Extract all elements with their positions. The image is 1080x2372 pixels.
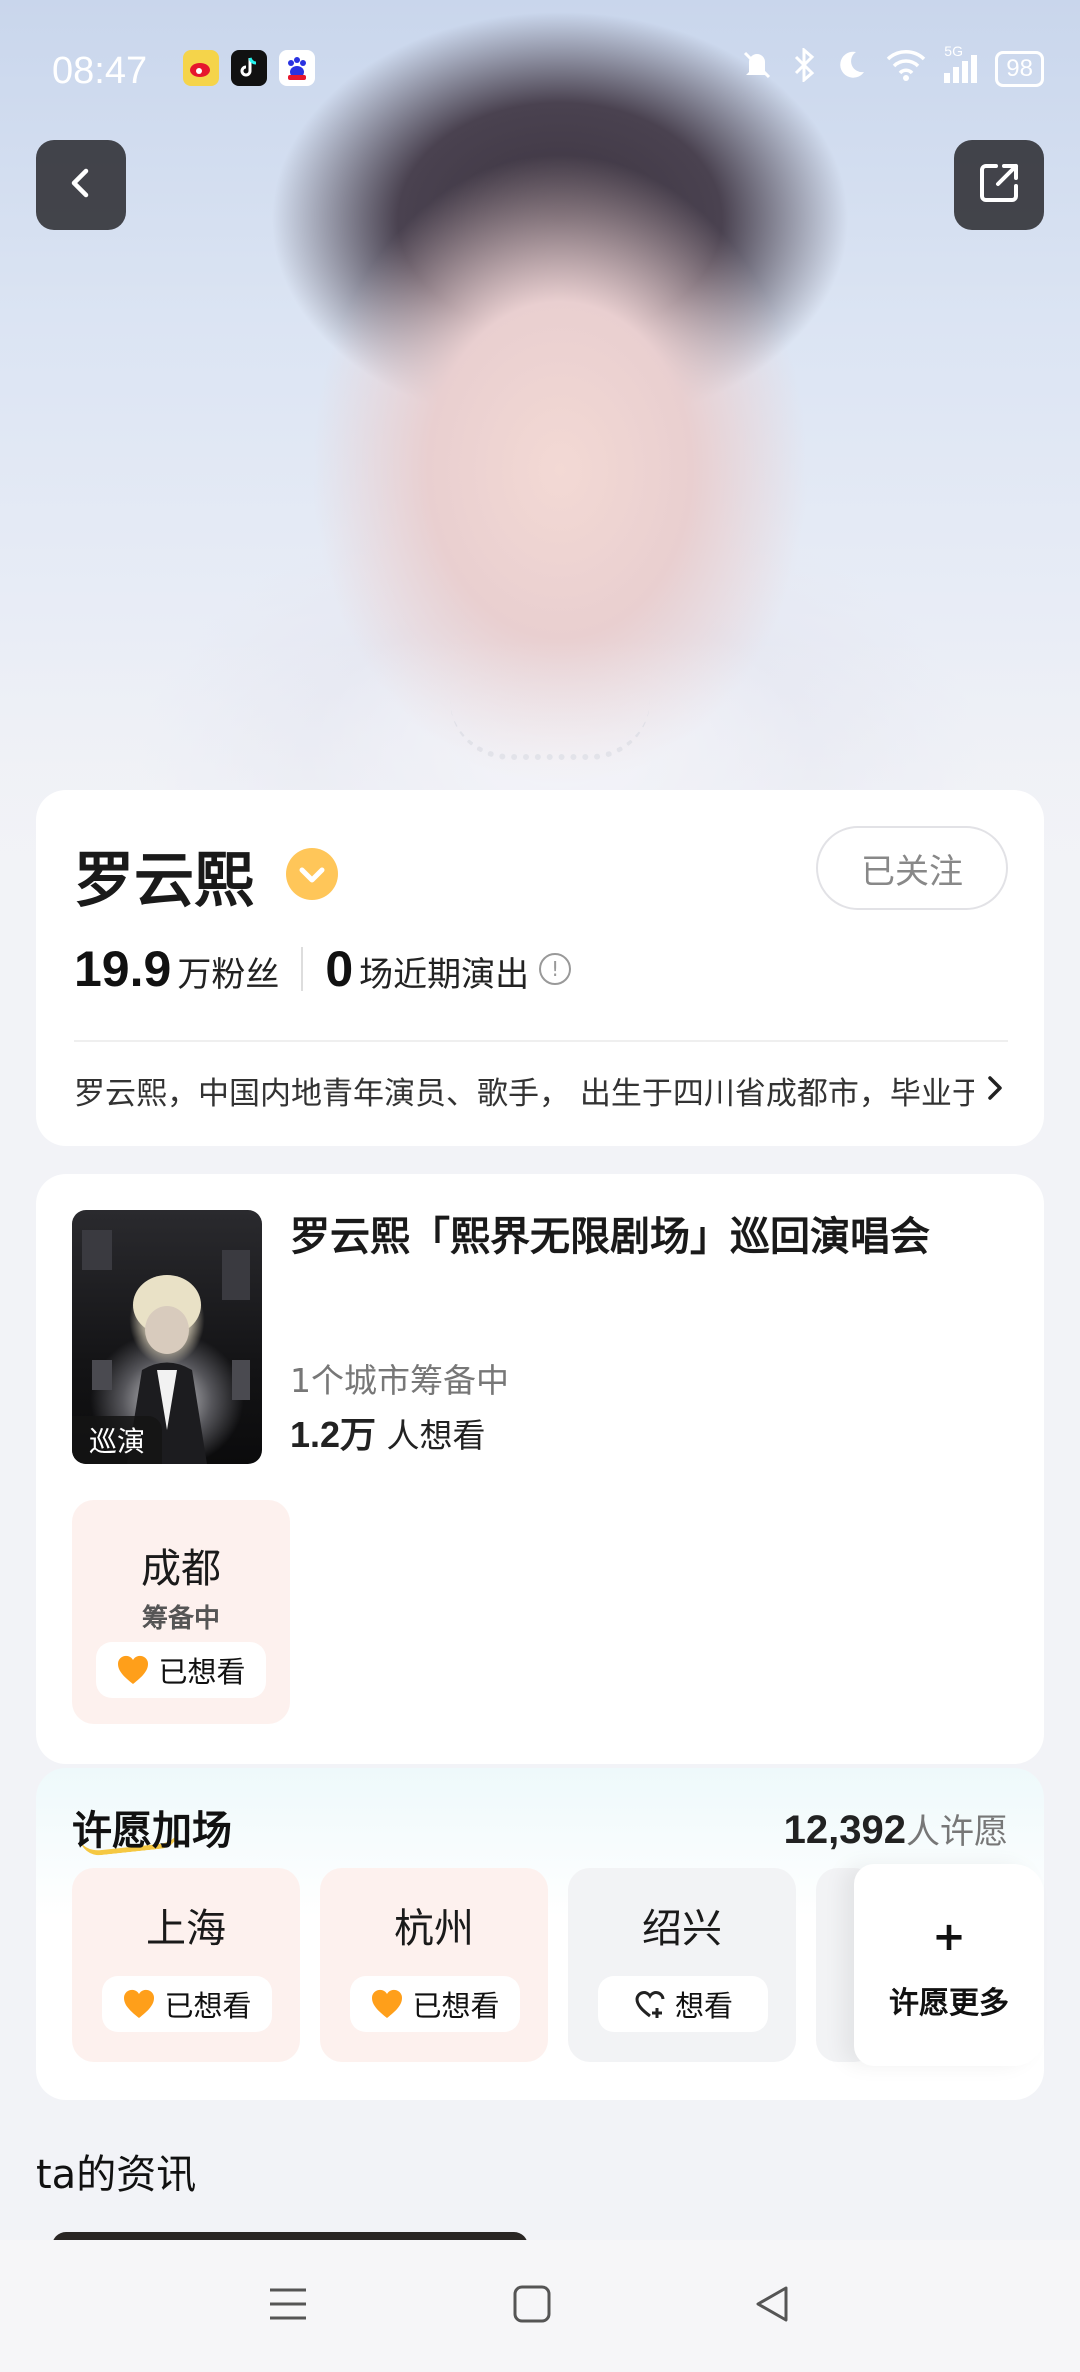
- city-name: 上海: [146, 1906, 226, 1952]
- tour-tag: 巡演: [72, 1416, 162, 1464]
- tour-cities-status: 1个城市筹备中: [290, 1361, 509, 1400]
- info-icon[interactable]: !: [539, 953, 572, 985]
- wish-count: 12,392人许愿: [784, 1804, 1008, 1853]
- city-status: 筹备中: [141, 1604, 220, 1634]
- want-label: 已想看: [158, 1655, 246, 1689]
- want-button[interactable]: 已想看: [96, 1642, 266, 1698]
- profile-divider: [74, 1040, 1008, 1042]
- wish-title: 许愿加场: [72, 1808, 232, 1854]
- chevron-right-icon[interactable]: [984, 1070, 1008, 1115]
- city-name: 绍兴: [642, 1906, 722, 1952]
- mute-icon: [740, 48, 774, 90]
- signal-icon: 5G: [944, 43, 978, 83]
- back-button[interactable]: [36, 140, 126, 230]
- plus-icon: +: [932, 1914, 966, 1960]
- heart-icon: [118, 1655, 149, 1684]
- wish-count-number: 12,392: [783, 1808, 906, 1852]
- notification-icons: [183, 50, 315, 86]
- city-name: 杭州: [394, 1906, 474, 1952]
- tour-card[interactable]: 巡演 罗云熙「熙界无限剧场」巡回演唱会 1个城市筹备中 1.2万 人想看 成都 …: [36, 1174, 1044, 1764]
- heart-plus-icon: [635, 1991, 665, 2018]
- share-button[interactable]: [954, 140, 1044, 230]
- wish-extra-show-card: 许愿加场 12,392人许愿 上海 已想看 杭州 已想看 绍兴 想看 + 许愿更…: [36, 1768, 1044, 2100]
- dnd-moon-icon: [834, 48, 868, 90]
- wish-more-button[interactable]: + 许愿更多: [854, 1864, 1044, 2066]
- news-section-title: ta的资讯: [36, 2152, 197, 2198]
- wish-more-label: 许愿更多: [889, 1986, 1009, 2021]
- tour-title[interactable]: 罗云熙「熙界无限剧场」巡回演唱会: [290, 1210, 1010, 1264]
- wish-city-tile[interactable]: 杭州 已想看: [320, 1868, 548, 2062]
- wish-city-tile[interactable]: 上海 已想看: [72, 1868, 300, 2062]
- want-label: 已想看: [412, 1989, 500, 2023]
- heart-icon: [124, 1989, 155, 2018]
- artist-name: 罗云熙: [74, 846, 254, 916]
- status-bar: 08:47 5G 98: [0, 0, 1080, 140]
- status-time: 08:47: [52, 50, 148, 92]
- want-button[interactable]: 已想看: [350, 1976, 520, 2032]
- verified-icon: [286, 848, 338, 900]
- want-label: 已想看: [164, 1989, 252, 2023]
- want-button[interactable]: 已想看: [102, 1976, 272, 2032]
- artist-stats: 19.9 万粉丝 0 场近期演出 !: [74, 940, 572, 998]
- tiktok-icon: [231, 50, 267, 86]
- stats-divider: [301, 947, 304, 991]
- shows-label: 场近期演出: [359, 955, 530, 995]
- menu-icon[interactable]: [268, 2284, 308, 2328]
- battery-indicator: 98: [995, 51, 1044, 87]
- fans-count: 19.9: [74, 941, 172, 997]
- want-button[interactable]: 想看: [598, 1976, 768, 2032]
- back-icon: [61, 163, 101, 207]
- tour-want-count: 1.2万 人想看: [290, 1406, 486, 1458]
- back-triangle-icon[interactable]: [752, 2284, 792, 2328]
- network-type: 5G: [944, 43, 963, 59]
- tour-poster[interactable]: 巡演: [72, 1210, 262, 1464]
- bluetooth-icon: [792, 46, 816, 90]
- tour-city-tile[interactable]: 成都 筹备中 已想看: [72, 1500, 290, 1724]
- wifi-icon: [886, 49, 926, 89]
- status-right-group: 5G 98: [740, 43, 1044, 90]
- want-label: 想看: [674, 1989, 733, 2023]
- follow-button[interactable]: 已关注: [816, 826, 1008, 910]
- home-icon[interactable]: [512, 2284, 552, 2328]
- wish-city-tile[interactable]: 绍兴 想看: [568, 1868, 796, 2062]
- shows-count: 0: [325, 941, 354, 997]
- artist-profile-card: 罗云熙 已关注 19.9 万粉丝 0 场近期演出 ! 罗云熙，中国内地青年演员、…: [36, 790, 1044, 1146]
- tour-want-label: 人想看: [376, 1416, 486, 1455]
- baidu-icon: [279, 50, 315, 86]
- city-name: 成都: [141, 1546, 221, 1592]
- share-icon: [974, 158, 1024, 212]
- wish-count-label: 人许愿: [906, 1812, 1008, 1852]
- system-nav-bar: [0, 2240, 1080, 2372]
- tour-want-number: 1.2万: [290, 1414, 377, 1455]
- artist-bio[interactable]: 罗云熙，中国内地青年演员、歌手， 出生于四川省成都市，毕业于上海戏剧学院: [74, 1068, 974, 1113]
- fans-label: 万粉丝: [177, 955, 280, 995]
- heart-icon: [372, 1989, 403, 2018]
- weibo-icon: [183, 50, 219, 86]
